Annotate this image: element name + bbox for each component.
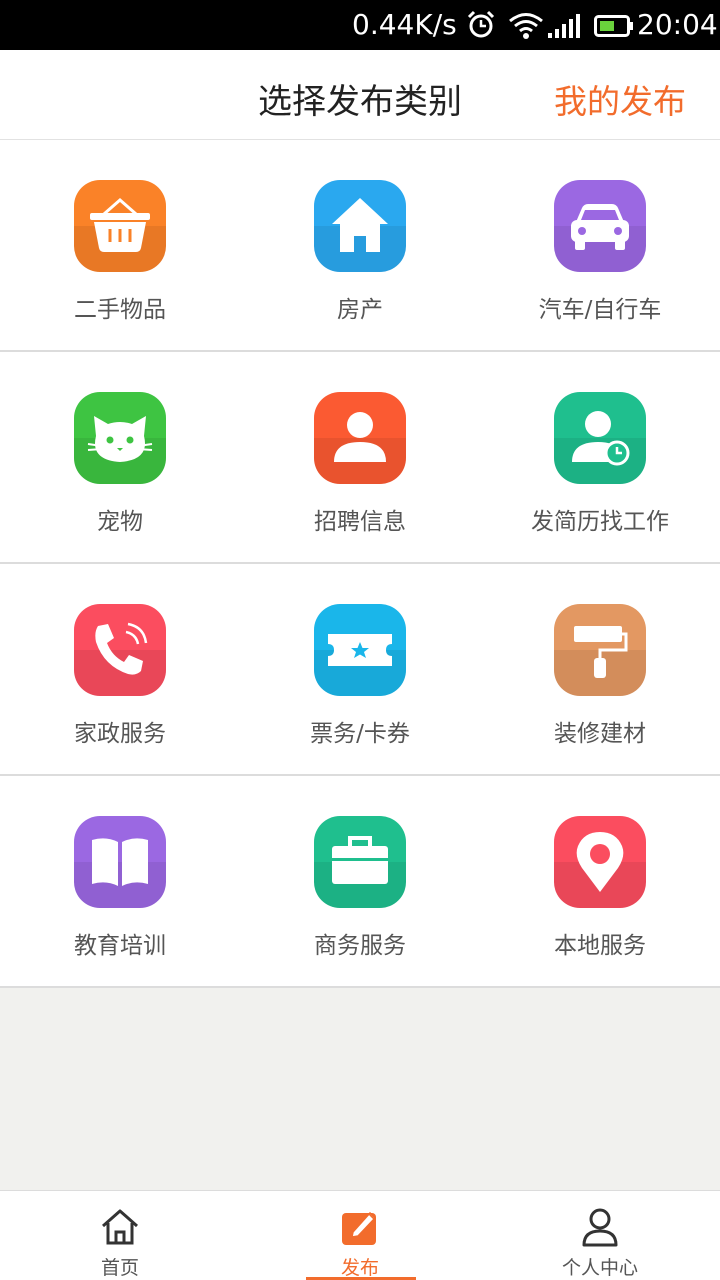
book-icon — [92, 838, 148, 886]
category-job-seeking[interactable]: 发简历找工作 — [480, 352, 720, 562]
car-icon — [571, 204, 629, 250]
person-clock-icon — [572, 411, 630, 466]
alarm-icon — [467, 10, 495, 38]
network-speed: 0.44K/s — [352, 8, 457, 41]
category-label: 房产 — [337, 297, 383, 323]
category-tickets[interactable]: 票务/卡券 — [240, 564, 480, 774]
category-education[interactable]: 教育培训 — [0, 776, 240, 986]
category-decoration[interactable]: 装修建材 — [480, 564, 720, 774]
category-label: 二手物品 — [74, 297, 166, 323]
category-tile — [74, 816, 166, 908]
category-realestate[interactable]: 房产 — [240, 140, 480, 350]
signal-icon — [548, 14, 580, 38]
tab-label: 个人中心 — [561, 1257, 638, 1279]
category-tile — [74, 180, 166, 272]
category-label: 教育培训 — [74, 933, 166, 959]
category-label: 票务/卡券 — [310, 721, 410, 747]
category-label: 装修建材 — [554, 721, 646, 747]
category-secondhand[interactable]: 二手物品 — [0, 140, 240, 350]
category-row: 二手物品 房产 汽车/自行车 — [0, 140, 720, 352]
category-grid: 二手物品 房产 汽车/自行车 宠物 招聘信息 发简历找工作 家政服务 票务/卡券… — [0, 140, 720, 988]
category-business[interactable]: 商务服务 — [240, 776, 480, 986]
category-row: 教育培训 商务服务 本地服务 — [0, 776, 720, 988]
ticket-icon — [328, 634, 392, 666]
category-housekeeping[interactable]: 家政服务 — [0, 564, 240, 774]
paint-roller-icon — [574, 626, 628, 678]
status-bar: 0.44K/s 20:04 — [0, 0, 720, 50]
bottom-tab-bar: 首页 发布 个人中心 — [0, 1190, 720, 1280]
house-icon — [332, 198, 388, 252]
category-label: 招聘信息 — [314, 509, 406, 535]
phone-icon — [95, 622, 148, 675]
briefcase-icon — [332, 836, 388, 884]
tab-profile[interactable]: 个人中心 — [480, 1191, 720, 1280]
category-recruitment[interactable]: 招聘信息 — [240, 352, 480, 562]
publish-icon — [342, 1211, 377, 1245]
category-row: 宠物 招聘信息 发简历找工作 — [0, 352, 720, 564]
category-row: 家政服务 票务/卡券 装修建材 — [0, 564, 720, 776]
profile-icon — [582, 1208, 618, 1247]
category-tile — [74, 604, 166, 696]
category-tile — [314, 392, 406, 484]
category-vehicles[interactable]: 汽车/自行车 — [480, 140, 720, 350]
tab-home[interactable]: 首页 — [0, 1191, 240, 1280]
location-pin-icon — [576, 832, 624, 892]
header: 选择发布类别 我的发布 — [0, 50, 720, 140]
basket-icon — [90, 198, 150, 252]
my-publish-link[interactable]: 我的发布 — [554, 75, 686, 123]
tab-label: 发布 — [340, 1257, 379, 1279]
category-local-services[interactable]: 本地服务 — [480, 776, 720, 986]
category-tile — [554, 392, 646, 484]
category-tile — [554, 180, 646, 272]
home-icon — [102, 1209, 138, 1245]
category-label: 商务服务 — [314, 933, 406, 959]
category-pets[interactable]: 宠物 — [0, 352, 240, 562]
category-label: 本地服务 — [554, 933, 646, 959]
category-label: 宠物 — [97, 509, 143, 535]
category-tile — [554, 604, 646, 696]
person-icon — [334, 412, 386, 462]
category-tile — [74, 392, 166, 484]
category-tile — [314, 180, 406, 272]
category-tile — [554, 816, 646, 908]
category-tile — [314, 604, 406, 696]
category-label: 发简历找工作 — [531, 509, 669, 535]
category-label: 汽车/自行车 — [538, 297, 662, 323]
cat-icon — [87, 416, 153, 462]
battery-icon — [594, 15, 633, 37]
clock: 20:04 — [637, 8, 718, 41]
tab-label: 首页 — [100, 1257, 139, 1279]
category-label: 家政服务 — [74, 721, 166, 747]
category-tile — [314, 816, 406, 908]
tab-publish[interactable]: 发布 — [240, 1191, 480, 1280]
wifi-icon — [509, 13, 543, 39]
